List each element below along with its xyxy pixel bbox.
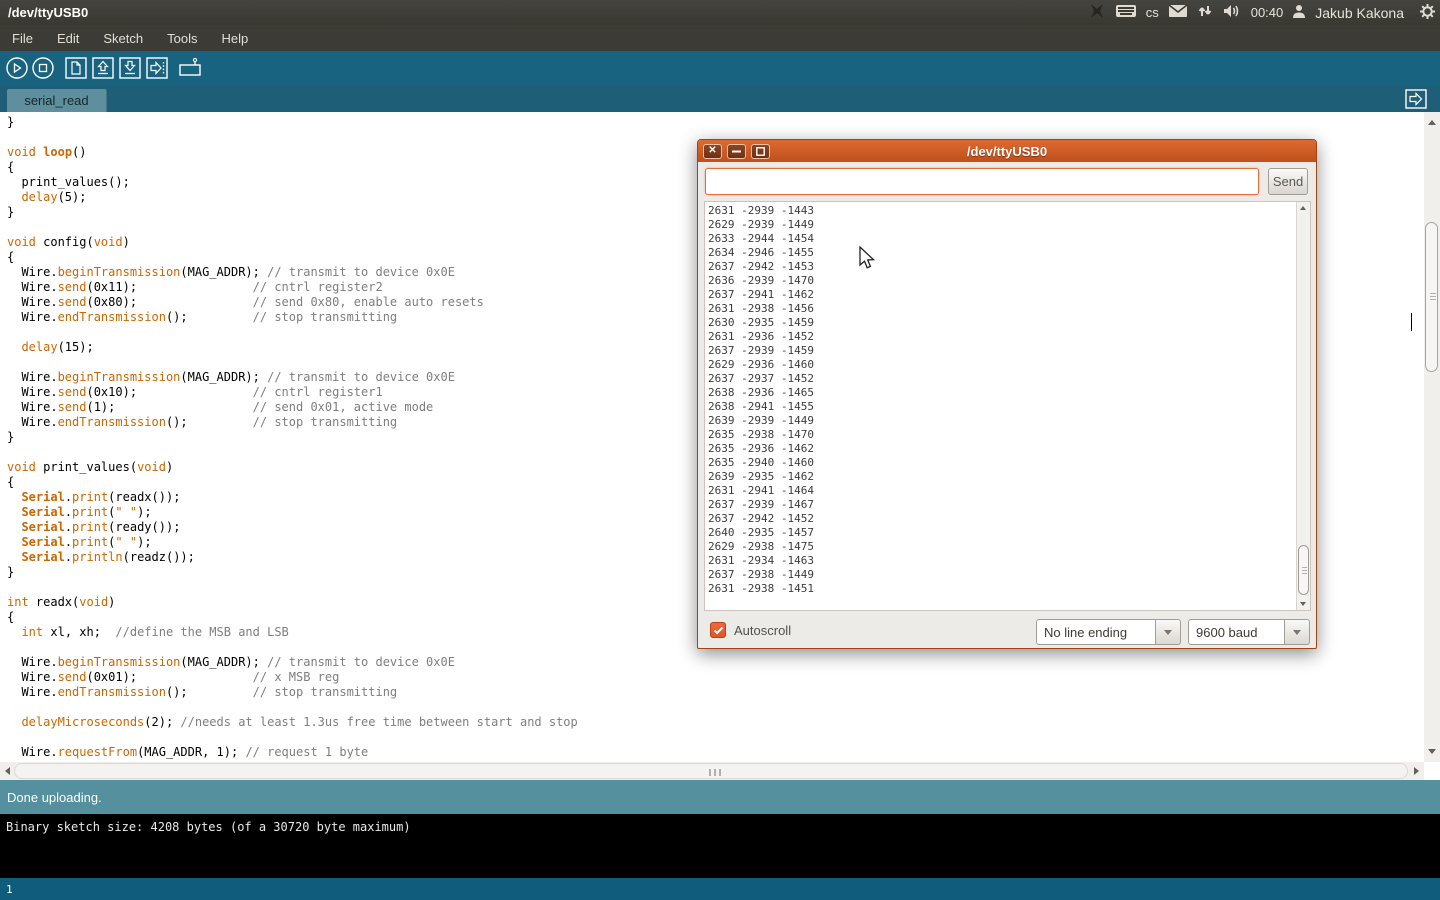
serial-monitor-controls: Autoscroll No line ending 9600 baud xyxy=(698,611,1316,649)
scroll-right-icon[interactable] xyxy=(1414,767,1419,775)
clock[interactable]: 00:40 xyxy=(1251,5,1284,20)
menu-bar: File Edit Sketch Tools Help xyxy=(0,25,1440,51)
screen: /dev/ttyUSB0 cs 00:40 Jakub Kakona xyxy=(0,0,1440,900)
autoscroll-checkbox[interactable] xyxy=(710,622,726,638)
serial-monitor-titlebar[interactable]: /dev/ttyUSB0 ✕ xyxy=(698,140,1316,162)
minimize-icon[interactable] xyxy=(727,144,746,159)
status-message: Done uploading. xyxy=(7,790,102,805)
serial-monitor-title: /dev/ttyUSB0 xyxy=(698,144,1316,159)
volume-icon[interactable] xyxy=(1222,3,1242,22)
scroll-left-icon[interactable] xyxy=(5,767,10,775)
menu-edit[interactable]: Edit xyxy=(45,25,91,51)
serial-scroll-up-icon[interactable] xyxy=(1300,206,1306,210)
serial-output-text: 2631 -2939 -1443 2629 -2939 -1449 2633 -… xyxy=(708,204,1288,606)
send-button[interactable]: Send xyxy=(1268,168,1308,195)
text-caret xyxy=(1411,313,1412,331)
status-bar: Done uploading. xyxy=(0,780,1440,814)
open-button[interactable] xyxy=(92,57,114,79)
line-number: 1 xyxy=(6,883,13,896)
tab-serial-read[interactable]: serial_read xyxy=(7,89,106,112)
serial-monitor-button[interactable] xyxy=(178,57,200,79)
serial-monitor-window: /dev/ttyUSB0 ✕ Send 2631 -2939 -1443 262… xyxy=(697,139,1317,649)
code-text: } void loop(){ print_values(); delay(5);… xyxy=(7,115,578,760)
toolbar xyxy=(0,51,1440,86)
console-output: Binary sketch size: 4208 bytes (of a 307… xyxy=(0,814,1440,878)
upload-button[interactable] xyxy=(146,57,168,79)
line-ending-value[interactable]: No line ending xyxy=(1036,619,1156,645)
verify-button[interactable] xyxy=(6,57,28,79)
console-text: Binary sketch size: 4208 bytes (of a 307… xyxy=(6,820,411,834)
keyboard-layout-label[interactable]: cs xyxy=(1146,5,1159,20)
maximize-icon[interactable] xyxy=(751,144,770,159)
system-tray: cs 00:40 Jakub Kakona xyxy=(1088,0,1436,25)
menu-file[interactable]: File xyxy=(0,25,45,51)
tab-label: serial_read xyxy=(24,93,88,108)
new-sketch-button[interactable] xyxy=(65,57,87,79)
editor-status-line: 1 xyxy=(0,878,1440,900)
scroll-up-icon[interactable] xyxy=(1428,120,1436,125)
user-name[interactable]: Jakub Kakona xyxy=(1315,5,1404,21)
serial-scrollbar-thumb[interactable] xyxy=(1298,545,1309,595)
vertical-scrollbar[interactable] xyxy=(1424,112,1440,762)
line-ending-dropdown[interactable]: No line ending xyxy=(1036,619,1181,645)
chevron-down-icon[interactable] xyxy=(1285,619,1310,645)
serial-output-area[interactable]: 2631 -2939 -1443 2629 -2939 -1449 2633 -… xyxy=(704,201,1311,611)
sync-x-icon[interactable] xyxy=(1088,2,1106,23)
session-gear-icon[interactable] xyxy=(1419,3,1436,23)
scroll-down-icon[interactable] xyxy=(1428,749,1436,754)
tab-bar: serial_read xyxy=(0,86,1440,112)
network-updown-icon[interactable] xyxy=(1197,3,1213,22)
mouse-cursor xyxy=(858,246,876,277)
keyboard-icon[interactable] xyxy=(1115,4,1137,21)
window-title: /dev/ttyUSB0 xyxy=(8,5,88,20)
horizontal-scrollbar-thumb[interactable] xyxy=(14,763,1408,779)
vertical-scrollbar-thumb[interactable] xyxy=(1425,222,1438,372)
serial-input[interactable] xyxy=(705,168,1259,195)
menu-sketch[interactable]: Sketch xyxy=(91,25,155,51)
baud-rate-dropdown[interactable]: 9600 baud xyxy=(1188,619,1310,645)
menu-help[interactable]: Help xyxy=(209,25,260,51)
chevron-down-icon[interactable] xyxy=(1156,619,1181,645)
menu-tools[interactable]: Tools xyxy=(155,25,209,51)
send-button-label: Send xyxy=(1273,174,1303,189)
mail-icon[interactable] xyxy=(1168,4,1188,21)
top-panel: /dev/ttyUSB0 cs 00:40 Jakub Kakona xyxy=(0,0,1440,25)
baud-rate-value[interactable]: 9600 baud xyxy=(1188,619,1285,645)
autoscroll-label[interactable]: Autoscroll xyxy=(734,623,791,638)
serial-scrollbar[interactable] xyxy=(1296,202,1310,610)
serial-scroll-down-icon[interactable] xyxy=(1300,602,1306,606)
horizontal-scrollbar[interactable] xyxy=(0,762,1424,780)
stop-button[interactable] xyxy=(32,57,54,79)
user-icon xyxy=(1292,4,1306,22)
tab-menu-button[interactable] xyxy=(1405,89,1427,109)
save-button[interactable] xyxy=(119,57,141,79)
close-icon[interactable]: ✕ xyxy=(703,144,722,159)
